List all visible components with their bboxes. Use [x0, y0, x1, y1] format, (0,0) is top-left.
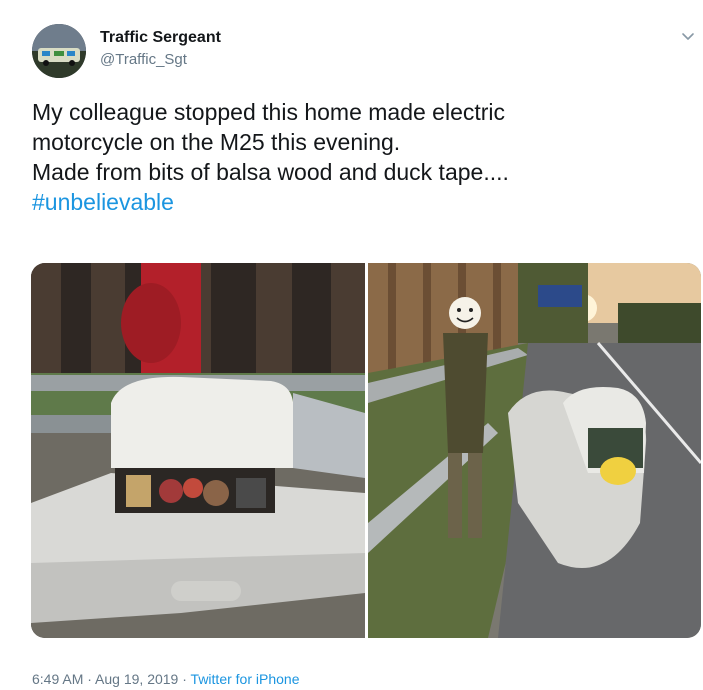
- chevron-down-icon[interactable]: [680, 28, 696, 44]
- tweet-line: motorcycle on the M25 this evening.: [32, 129, 401, 155]
- tweet-date[interactable]: Aug 19, 2019: [95, 671, 178, 687]
- tweet-meta: 6:49 AM · Aug 19, 2019 · Twitter for iPh…: [32, 671, 299, 687]
- author-handle[interactable]: @Traffic_Sgt: [100, 51, 187, 68]
- meta-separator: ·: [83, 671, 96, 687]
- hashtag-link[interactable]: #unbelievable: [32, 187, 672, 217]
- meta-separator: ·: [178, 671, 191, 687]
- tweet-line: My colleague stopped this home made elec…: [32, 99, 506, 125]
- tweet-line: Made from bits of balsa wood and duck ta…: [32, 159, 509, 185]
- photo-motorcycle-closeup[interactable]: [31, 263, 365, 638]
- tweet-text: My colleague stopped this home made elec…: [32, 97, 672, 217]
- tweet-media[interactable]: [31, 263, 701, 638]
- tweet-time[interactable]: 6:49 AM: [32, 671, 83, 687]
- tweet-source-link[interactable]: Twitter for iPhone: [191, 671, 300, 687]
- author-name[interactable]: Traffic Sergeant: [100, 29, 221, 47]
- avatar[interactable]: [32, 24, 86, 78]
- photo-man-with-motorcycle[interactable]: [368, 263, 701, 638]
- police-car-avatar-icon: [32, 24, 86, 78]
